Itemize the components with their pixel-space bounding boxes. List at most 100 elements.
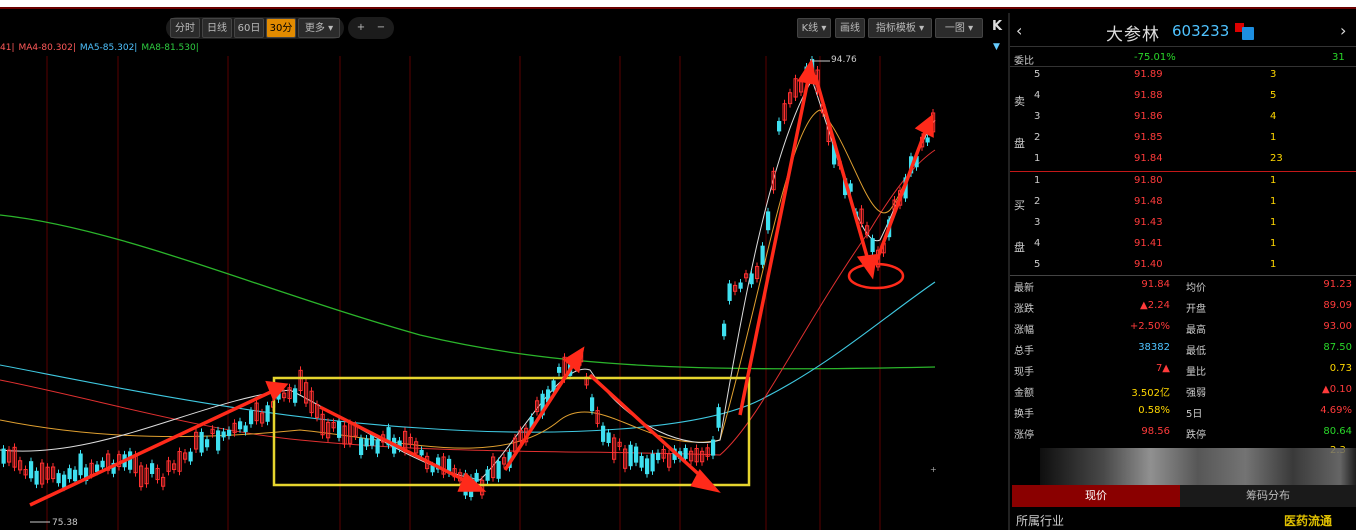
stat-value: ▲2.24	[1140, 300, 1170, 311]
industry-label: 所属行业	[1016, 514, 1065, 528]
order-level: 3	[1034, 111, 1041, 122]
candle	[738, 282, 743, 289]
stat-value: 3.502亿	[1131, 388, 1170, 399]
stock-name: 大参林	[1106, 25, 1160, 45]
previous-stock-button[interactable]: ‹	[1016, 21, 1022, 40]
stat-label: 最低	[1186, 346, 1206, 357]
candle	[711, 439, 716, 456]
period-button-daily[interactable]: 日线	[202, 18, 232, 38]
trend-arrows	[29, 58, 934, 507]
kline-type-dropdown[interactable]: K线 ▾	[797, 18, 831, 38]
order-volume: 1	[1270, 238, 1277, 249]
period-more-dropdown[interactable]: 更多 ▾	[298, 18, 340, 38]
ma-legend-item: MA4-80.302|	[18, 43, 76, 53]
candle	[634, 446, 639, 463]
stat-value: 98.56	[1141, 426, 1170, 437]
candle	[375, 439, 380, 454]
panel-tabs: 现价 筹码分布	[1012, 485, 1356, 507]
stat-value: 7▲	[1155, 363, 1170, 374]
candle	[265, 405, 270, 422]
pin-icon[interactable]: ▼	[993, 42, 1000, 52]
buy-order-row[interactable]: 4 91.41 1	[1010, 238, 1356, 259]
candle	[150, 463, 155, 475]
sell-order-row[interactable]: 5 91.89 3	[1010, 69, 1356, 90]
candle	[34, 470, 39, 485]
candle	[62, 474, 67, 488]
vertical-gridlines	[46, 56, 881, 530]
period-button-intraday[interactable]: 分时	[170, 18, 200, 38]
sell-order-row[interactable]: 3 91.86 4	[1010, 111, 1356, 132]
buy-order-row[interactable]: 1 91.80 1	[1010, 175, 1356, 196]
layout-dropdown[interactable]: 一图 ▾	[935, 18, 983, 38]
candle	[766, 211, 771, 231]
stat-label: 涨幅	[1014, 325, 1034, 336]
high-price-label: 94.76	[831, 55, 857, 65]
period-button-30min[interactable]: 30分	[266, 18, 296, 38]
order-price: 91.43	[1134, 217, 1163, 228]
candle	[551, 380, 556, 392]
order-volume: 23	[1270, 153, 1283, 164]
stat-label: 最新	[1014, 283, 1034, 294]
order-price: 91.84	[1134, 153, 1163, 164]
collapse-panel-button[interactable]: K	[988, 17, 1006, 37]
candle	[67, 468, 72, 480]
candle	[100, 460, 105, 468]
buy-order-row[interactable]: 2 91.48 1	[1010, 196, 1356, 217]
next-stock-button[interactable]: ›	[1340, 21, 1346, 40]
ma-legend-item: MA5-85.302|	[79, 43, 138, 53]
tab-price[interactable]: 现价	[1012, 485, 1180, 507]
order-volume: 5	[1270, 90, 1277, 101]
sell-order-row[interactable]: 2 91.85 1	[1010, 132, 1356, 153]
candle	[590, 397, 595, 412]
zoom-out-button[interactable]: −	[372, 18, 390, 38]
buy-order-row[interactable]: 3 91.43 1	[1010, 217, 1356, 238]
stat-label: 开盘	[1186, 304, 1206, 315]
sell-order-row[interactable]: 4 91.88 5	[1010, 90, 1356, 111]
order-price: 91.80	[1134, 175, 1163, 186]
order-ratio-diff: 31	[1332, 52, 1345, 63]
candle	[722, 323, 727, 337]
order-price: 91.89	[1134, 69, 1163, 80]
quote-header: ‹ 大参林 603233 ›	[1010, 13, 1356, 47]
candle	[78, 453, 83, 476]
draw-line-button[interactable]: 画线	[835, 18, 865, 38]
period-button-60[interactable]: 60日	[234, 18, 264, 38]
stat-value: 0.73	[1329, 363, 1352, 374]
document-icon[interactable]	[1242, 27, 1254, 40]
candle	[777, 120, 782, 132]
stat-value: ▲0.10	[1322, 384, 1352, 395]
zoom-in-button[interactable]: +	[352, 18, 370, 38]
stat-label: 5日	[1186, 409, 1203, 420]
stock-code: 603233	[1172, 22, 1230, 40]
order-price: 91.40	[1134, 259, 1163, 270]
tab-chip-distribution[interactable]: 筹码分布	[1180, 485, 1356, 507]
candle	[359, 438, 364, 456]
order-price: 91.48	[1134, 196, 1163, 207]
order-volume: 3	[1270, 69, 1277, 80]
order-volume: 4	[1270, 111, 1277, 122]
stat-value: 4.69%	[1320, 405, 1352, 416]
ma-red-line	[0, 149, 936, 456]
candle	[56, 473, 61, 484]
candlestick-svg[interactable]: +	[0, 56, 1008, 530]
candle	[73, 469, 78, 482]
stat-value: 91.84	[1141, 279, 1170, 290]
pullback-low-circle	[847, 262, 905, 290]
stat-label: 换手	[1014, 409, 1034, 420]
ma-legend-item: 41|	[0, 43, 15, 53]
candle	[870, 238, 875, 253]
stat-value: 38382	[1138, 342, 1170, 353]
stat-label: 现手	[1014, 367, 1034, 378]
ma-legend: 41| MA4-80.302| MA5-85.302| MA8-81.530|	[0, 43, 203, 56]
indicator-template-dropdown[interactable]: 指标模板 ▾	[868, 18, 932, 38]
candle	[95, 464, 100, 472]
order-level: 2	[1034, 132, 1041, 143]
buy-order-row[interactable]: 5 91.40 1	[1010, 259, 1356, 280]
stat-label: 涨跌	[1014, 304, 1034, 315]
candle	[370, 435, 375, 446]
candle	[639, 455, 644, 468]
order-volume: 1	[1270, 217, 1277, 228]
candles-group	[1, 56, 936, 501]
order-volume: 1	[1270, 196, 1277, 207]
industry-value[interactable]: 医药流通	[1284, 512, 1332, 529]
